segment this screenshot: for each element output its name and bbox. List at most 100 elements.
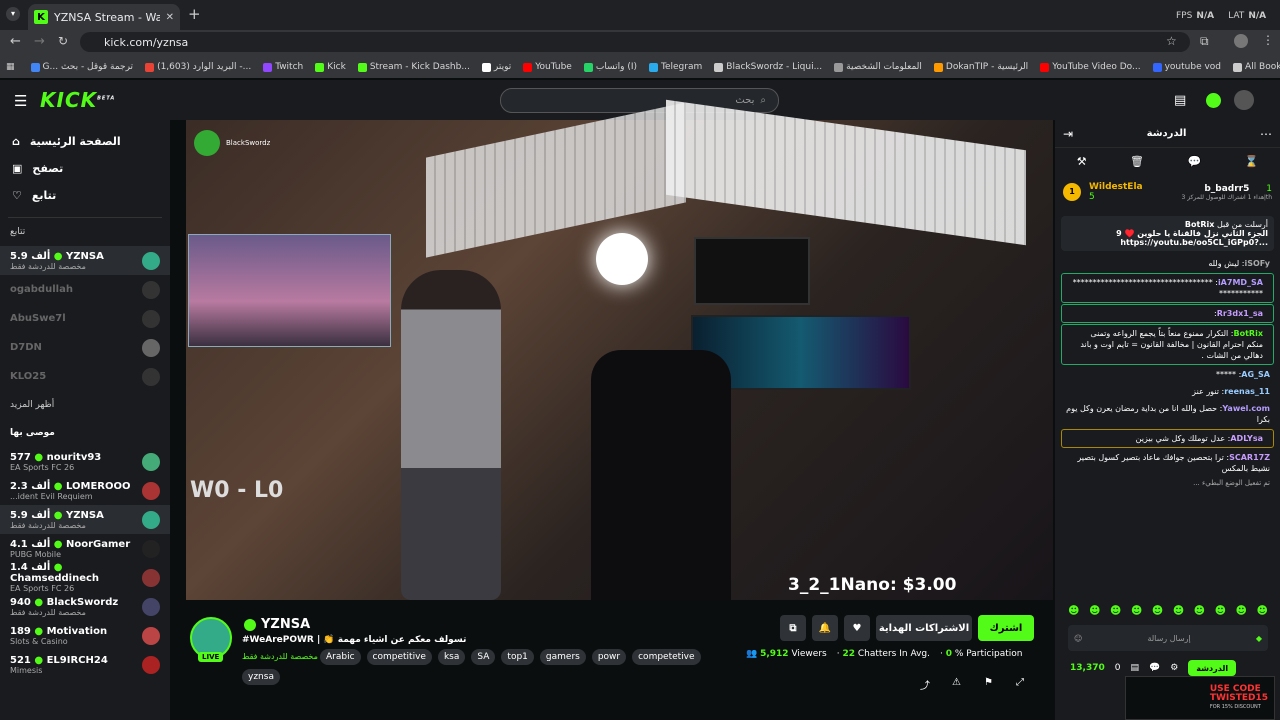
recommended-channel[interactable]: 189 ● Motivation Slots & Casino [0, 621, 170, 650]
stream-category[interactable]: مخصصة للدردشة فقط [242, 652, 318, 661]
hourglass-icon[interactable]: ⌛ [1245, 155, 1259, 168]
forward-icon[interactable]: → [34, 34, 45, 49]
chat-input[interactable]: ☺ إرسال رسالة ◆ [1068, 625, 1268, 651]
bookmark-item[interactable]: تويتر [481, 62, 511, 72]
extensions-icon[interactable]: ⧉ [1200, 34, 1209, 49]
settings-gear-icon[interactable]: ⚙ [1170, 663, 1178, 673]
bookmark-item[interactable]: YouTube [523, 62, 572, 72]
emote-icon[interactable]: ☻ [1131, 604, 1142, 617]
report-icon[interactable]: ⚠ [952, 677, 961, 688]
emote-icon[interactable]: ☻ [1089, 604, 1100, 617]
kick-wallet-icon[interactable] [1206, 93, 1221, 108]
show-more-link[interactable]: أظهر المزيد [0, 391, 170, 419]
user-avatar[interactable] [1234, 90, 1254, 110]
tag[interactable]: competetive [632, 649, 701, 665]
recommended-channel[interactable]: 5.9 ألف ● YZNSA مخصصة للدردشة فقط [0, 505, 170, 534]
channel-name-text: YZNSA [261, 617, 311, 632]
kick-logo[interactable]: KICKBETA [40, 88, 115, 112]
streamer-name[interactable]: YZNSA [244, 617, 310, 632]
chat-bubble-icon[interactable]: 💬 [1187, 155, 1201, 168]
gift-icon[interactable]: ▤ [1130, 663, 1139, 673]
tag[interactable]: gamers [539, 649, 586, 665]
emote-icon[interactable]: ☻ [1256, 604, 1267, 617]
bookmark-item[interactable]: DokanTIP - الرئيسية [933, 62, 1028, 72]
bookmark-star-icon[interactable]: ☆ [1166, 34, 1177, 48]
delete-icon[interactable]: 🗑 [1130, 155, 1144, 168]
tag[interactable]: competitive [366, 649, 432, 665]
emote-menu-icon[interactable]: 💬 [1149, 663, 1160, 673]
gifter-name[interactable]: b_badrr5 [1204, 184, 1249, 194]
browser-menu-icon[interactable]: ⋮ [1262, 33, 1274, 47]
nav-home[interactable]: ⌂ الصفحة الرئيسية [0, 128, 170, 155]
notifications-button[interactable]: 🔔 [812, 615, 838, 641]
following-channel[interactable]: D7DN [0, 333, 170, 362]
send-chat-button[interactable]: الدردشة [1188, 660, 1237, 676]
recommended-channel[interactable]: 577 ● nouritv93 EA Sports FC 26 [0, 447, 170, 476]
follow-heart-button[interactable]: ♥ [844, 615, 870, 641]
recommended-channel[interactable]: 2.3 ألف ● LOMEROOO ...ident Evil Requiem [0, 476, 170, 505]
recommended-channel[interactable]: 4.1 ألف ● NoorGamer PUBG Mobile [0, 534, 170, 563]
pinned-message[interactable]: أرسلت من قبل BotRix الجزء الثاني نزل فال… [1061, 216, 1274, 251]
subscribe-button[interactable]: اشترك [978, 615, 1034, 641]
new-tab-button[interactable]: + [188, 5, 201, 23]
video-player[interactable]: BlackSwordz W0 - L0 [186, 99, 1053, 600]
following-channel[interactable]: KLO25 [0, 362, 170, 391]
emote-icon[interactable]: ☻ [1173, 604, 1184, 617]
mod-hammer-icon[interactable]: ⚒ [1077, 155, 1087, 168]
gifter-name[interactable]: WildestEla [1089, 182, 1143, 192]
tag[interactable]: top1 [501, 649, 534, 665]
kick-points-icon[interactable]: ◆ [1256, 634, 1262, 643]
tag[interactable]: SA [471, 649, 496, 665]
emote-icon[interactable]: ☻ [1068, 604, 1079, 617]
bookmark-item[interactable]: المعلومات الشخصية [834, 62, 922, 72]
nav-browse[interactable]: ▣ تصفح [0, 155, 170, 182]
reload-icon[interactable]: ↻ [58, 34, 68, 48]
bookmark-item[interactable]: G... ترجمة قوقل - بحث [30, 62, 133, 72]
emote-icon[interactable]: ☻ [1152, 604, 1163, 617]
back-icon[interactable]: ← [10, 34, 21, 49]
hamburger-menu-icon[interactable]: ☰ [14, 92, 27, 110]
emote-icon[interactable]: ☻ [1215, 604, 1226, 617]
tag[interactable]: ksa [437, 649, 466, 665]
bookmark-item[interactable]: Stream - Kick Dashb... [357, 62, 470, 72]
recommended-channel[interactable]: 940 ● BlackSwordz مخصصة للدردشة فقط [0, 592, 170, 621]
following-channel[interactable]: AbuSwe7l [0, 304, 170, 333]
collapse-chat-icon[interactable]: ⇥ [1063, 127, 1073, 141]
creator-dashboard-icon[interactable]: ▤ [1174, 93, 1186, 108]
profile-avatar[interactable] [1234, 34, 1248, 48]
bookmark-item[interactable]: (1,603) البريد الوارد -... [145, 62, 251, 72]
tag[interactable]: powr [591, 649, 627, 665]
recommended-channel[interactable]: 1.4 ألف ● Chamseddinech EA Sports FC 26 [0, 562, 170, 593]
tab-search-button[interactable]: ▾ [6, 7, 20, 21]
sponsor-ad[interactable]: USE CODE TWISTED15 FOR 15% DISCOUNT [1125, 676, 1275, 720]
bookmark-item[interactable]: Telegram [649, 62, 702, 72]
bookmark-item[interactable]: واتساب (I) [583, 62, 637, 72]
apps-icon[interactable]: ▦ [6, 62, 15, 72]
gift-subs-button[interactable]: الاشتراكات الهداية [876, 615, 972, 641]
following-channel[interactable]: 5.9 ألف ● YZNSA مخصصة للدردشة فقط [0, 246, 170, 275]
emote-icon[interactable]: ☻ [1236, 604, 1247, 617]
bookmark-item[interactable]: youtube vod [1152, 62, 1221, 72]
clip-button[interactable]: ⧉ [780, 615, 806, 641]
bookmark-item[interactable]: BlackSwordz - Liqui... [714, 62, 822, 72]
recommended-channel[interactable]: 521 ● EL9IRCH24 Mimesis [0, 650, 170, 679]
pinned-link[interactable]: https://youtu.be/oo5CL_iGPp0?... [1067, 238, 1268, 247]
browser-tab-active[interactable]: K YZNSA Stream - Watch Live on ✕ [28, 4, 180, 30]
emote-icon[interactable]: ☻ [1194, 604, 1205, 617]
tag[interactable]: yznsa [242, 669, 280, 685]
mod-tools-icon[interactable]: ⚑ [984, 677, 993, 688]
bookmark-item[interactable]: YouTube Video Do... [1040, 62, 1141, 72]
emote-icon[interactable]: ☻ [1110, 604, 1121, 617]
theater-mode-icon[interactable]: ⤢ [1016, 677, 1024, 688]
all-bookmarks[interactable]: All Bookmarks [1233, 62, 1280, 72]
following-channel[interactable]: ogabdullah [0, 275, 170, 304]
nav-following[interactable]: ♡ تتابع [0, 182, 170, 209]
tag[interactable]: Arabic [320, 649, 361, 665]
close-tab-icon[interactable]: ✕ [166, 12, 174, 23]
bookmark-item[interactable]: Kick [315, 62, 346, 72]
emoji-picker-icon[interactable]: ☺ [1074, 634, 1082, 643]
url-field[interactable]: kick.com/yznsa [80, 32, 1190, 52]
chat-settings-icon[interactable]: ⋯ [1260, 127, 1272, 141]
share-icon[interactable]: ⤴ [920, 677, 930, 692]
bookmark-item[interactable]: Twitch [263, 62, 303, 72]
